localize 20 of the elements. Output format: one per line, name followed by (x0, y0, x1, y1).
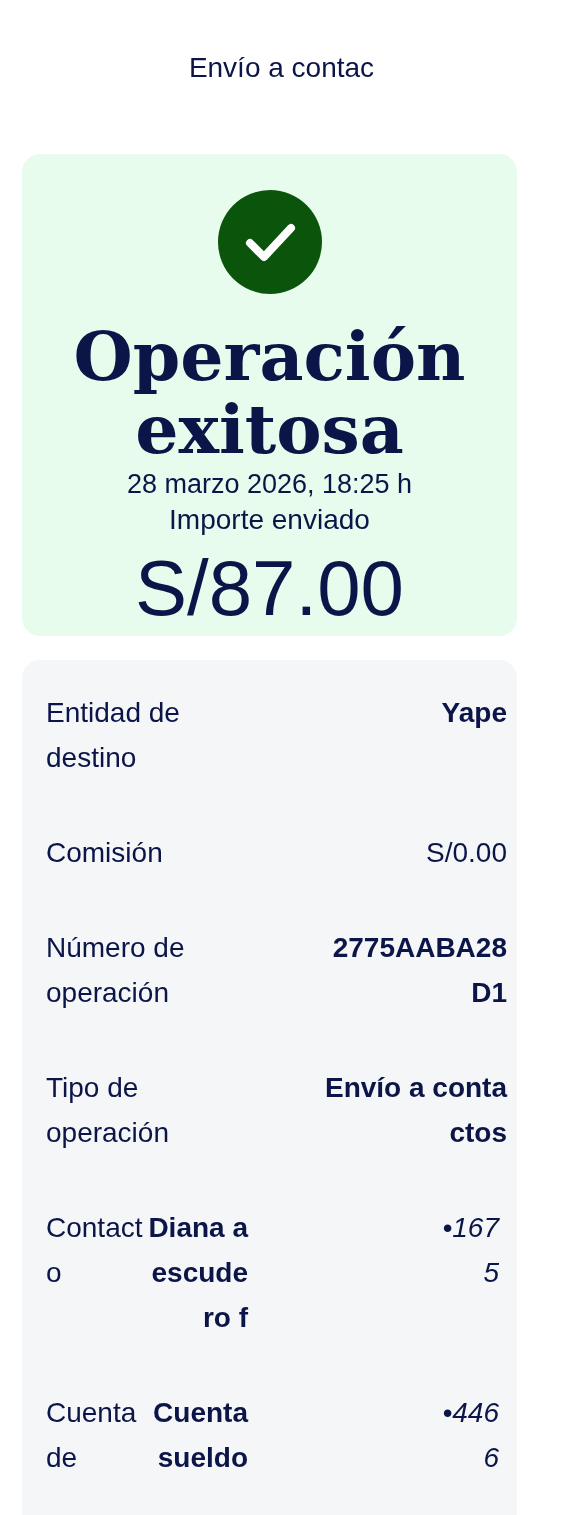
detail-label: Cuenta de (46, 1396, 138, 1476)
amount: S/87.00 (135, 546, 404, 633)
screen-title: Envío a contac (187, 51, 376, 85)
detail-value: S/0.00 (426, 836, 507, 871)
success-title: Operación exitosa (72, 320, 467, 467)
detail-value: Diana a escudero f (147, 1211, 248, 1336)
detail-label: Contacto (46, 1211, 144, 1291)
account-digits: •1675 (441, 1211, 501, 1291)
operation-date: 28 marzo 2026, 18:25 h (126, 467, 413, 501)
check-icon (217, 190, 322, 294)
detail-label: Entidad de destino (46, 696, 181, 776)
detail-value: 2775AABA28D1 (331, 931, 507, 1011)
detail-value: Cuenta sueldo (152, 1396, 248, 1476)
detail-label: Tipo de operación (46, 1071, 170, 1151)
detail-value: Yape (441, 696, 507, 731)
detail-label: Número de operación (46, 931, 186, 1011)
amount-label: Importe enviado (169, 502, 370, 537)
detail-value: Envío a contactos (323, 1071, 507, 1151)
detail-label: Comisión (46, 836, 164, 871)
account-digits: •4466 (441, 1396, 500, 1476)
